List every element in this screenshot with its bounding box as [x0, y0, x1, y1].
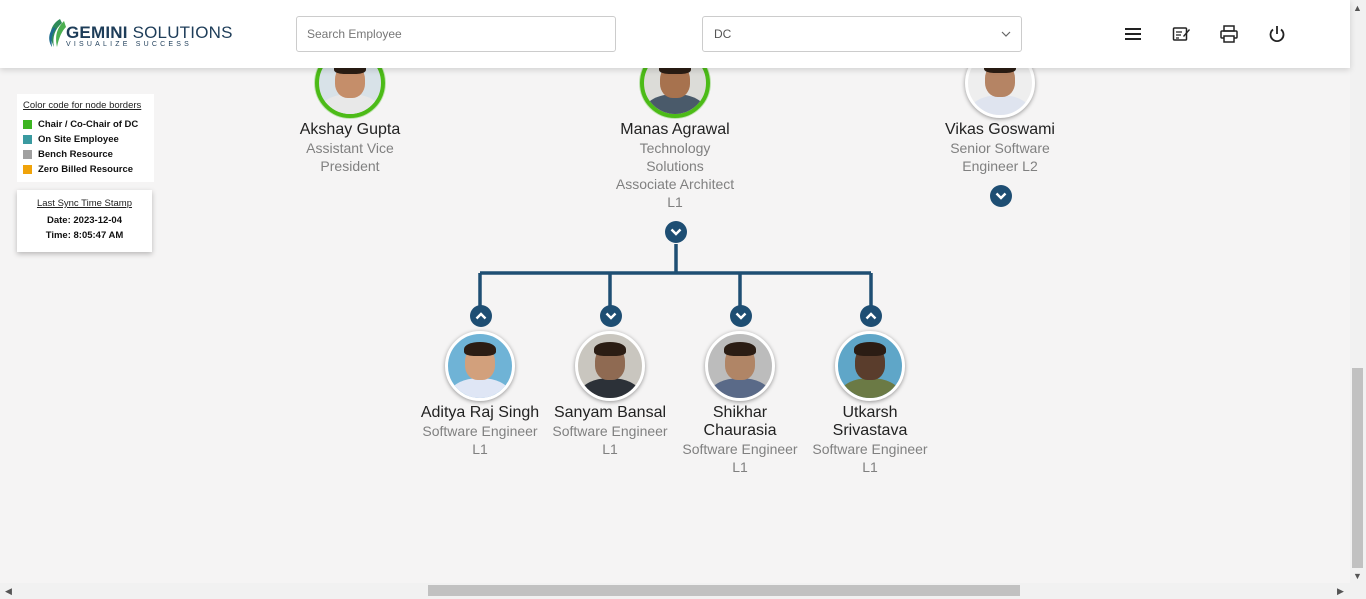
chevron-down-icon	[605, 312, 617, 320]
employee-name: Aditya Raj Singh	[420, 404, 540, 421]
employee-name: Chaurasia	[703, 422, 777, 439]
vertical-scrollbar-thumb[interactable]	[1352, 368, 1363, 568]
expand-button[interactable]	[600, 305, 622, 327]
chevron-down-icon	[995, 192, 1007, 200]
employee-node[interactable]: Utkarsh Srivastava Software Engineer L1	[800, 331, 940, 476]
expand-button[interactable]	[665, 221, 687, 243]
logo-tagline: VISUALIZE SUCCESS	[66, 41, 192, 48]
avatar[interactable]	[575, 331, 645, 401]
edit-note-icon[interactable]	[1171, 24, 1191, 44]
scroll-up-arrow-icon[interactable]: ▲	[1353, 3, 1362, 13]
employee-name: Utkarsh	[842, 404, 898, 421]
power-icon[interactable]	[1267, 24, 1287, 44]
employee-name: Akshay Gupta	[299, 121, 401, 138]
employee-role: Software Engineer	[812, 441, 928, 457]
logo-wordmark: GEMINI SOLUTIONS	[66, 23, 233, 42]
collapse-button[interactable]	[470, 305, 492, 327]
avatar[interactable]	[835, 331, 905, 401]
chevron-down-icon	[670, 228, 682, 236]
employee-node[interactable]: Shikhar Chaurasia Software Engineer L1	[670, 331, 810, 476]
chevron-up-icon	[865, 312, 877, 320]
scroll-down-arrow-icon[interactable]: ▼	[1353, 571, 1362, 581]
dc-select[interactable]: DC	[702, 16, 1022, 52]
company-logo[interactable]: GEMINI SOLUTIONS VISUALIZE SUCCESS	[46, 17, 232, 51]
employee-role: L1	[602, 441, 618, 457]
chevron-down-icon	[1001, 31, 1011, 37]
employee-role: President	[320, 158, 380, 174]
avatar[interactable]	[445, 331, 515, 401]
employee-name: Sanyam Bansal	[553, 404, 667, 421]
horizontal-scrollbar-thumb[interactable]	[428, 585, 1020, 596]
menu-icon[interactable]	[1123, 24, 1143, 44]
employee-role: L1	[862, 459, 878, 475]
app-header: GEMINI SOLUTIONS VISUALIZE SUCCESS DC	[0, 0, 1350, 68]
scroll-right-arrow-icon[interactable]: ▶	[1337, 586, 1344, 597]
collapse-button[interactable]	[860, 305, 882, 327]
employee-role: Associate Architect	[615, 176, 735, 192]
scroll-left-arrow-icon[interactable]: ◀	[5, 586, 12, 597]
employee-role: Senior Software	[950, 140, 1050, 156]
employee-node[interactable]: Aditya Raj Singh Software Engineer L1	[410, 331, 550, 458]
employee-name: Vikas Goswami	[945, 121, 1055, 138]
employee-role: Assistant Vice	[306, 140, 394, 156]
employee-role: Software Engineer	[682, 441, 798, 457]
employee-role: Engineer L2	[962, 158, 1038, 174]
employee-role: L1	[667, 194, 683, 210]
employee-role: L1	[472, 441, 488, 457]
dc-select-value: DC	[714, 27, 732, 41]
employee-name: Shikhar	[712, 404, 768, 421]
employee-name: Srivastava	[832, 422, 908, 439]
avatar[interactable]	[705, 331, 775, 401]
employee-node[interactable]: Sanyam Bansal Software Engineer L1	[540, 331, 680, 458]
employee-role: Technology	[639, 140, 711, 156]
employee-role: L1	[732, 459, 748, 475]
employee-node[interactable]: Manas Agrawal Technology Solutions Assoc…	[605, 48, 745, 211]
expand-button[interactable]	[730, 305, 752, 327]
employee-role: Solutions	[646, 158, 704, 174]
employee-role: Software Engineer	[422, 423, 538, 439]
expand-button[interactable]	[990, 185, 1012, 207]
search-employee-input[interactable]	[296, 16, 616, 52]
print-icon[interactable]	[1219, 24, 1239, 44]
employee-role: Software Engineer	[552, 423, 668, 439]
chevron-down-icon	[735, 312, 747, 320]
employee-name: Manas Agrawal	[620, 121, 730, 138]
chevron-up-icon	[475, 312, 487, 320]
leaf-logo-icon	[49, 19, 66, 47]
